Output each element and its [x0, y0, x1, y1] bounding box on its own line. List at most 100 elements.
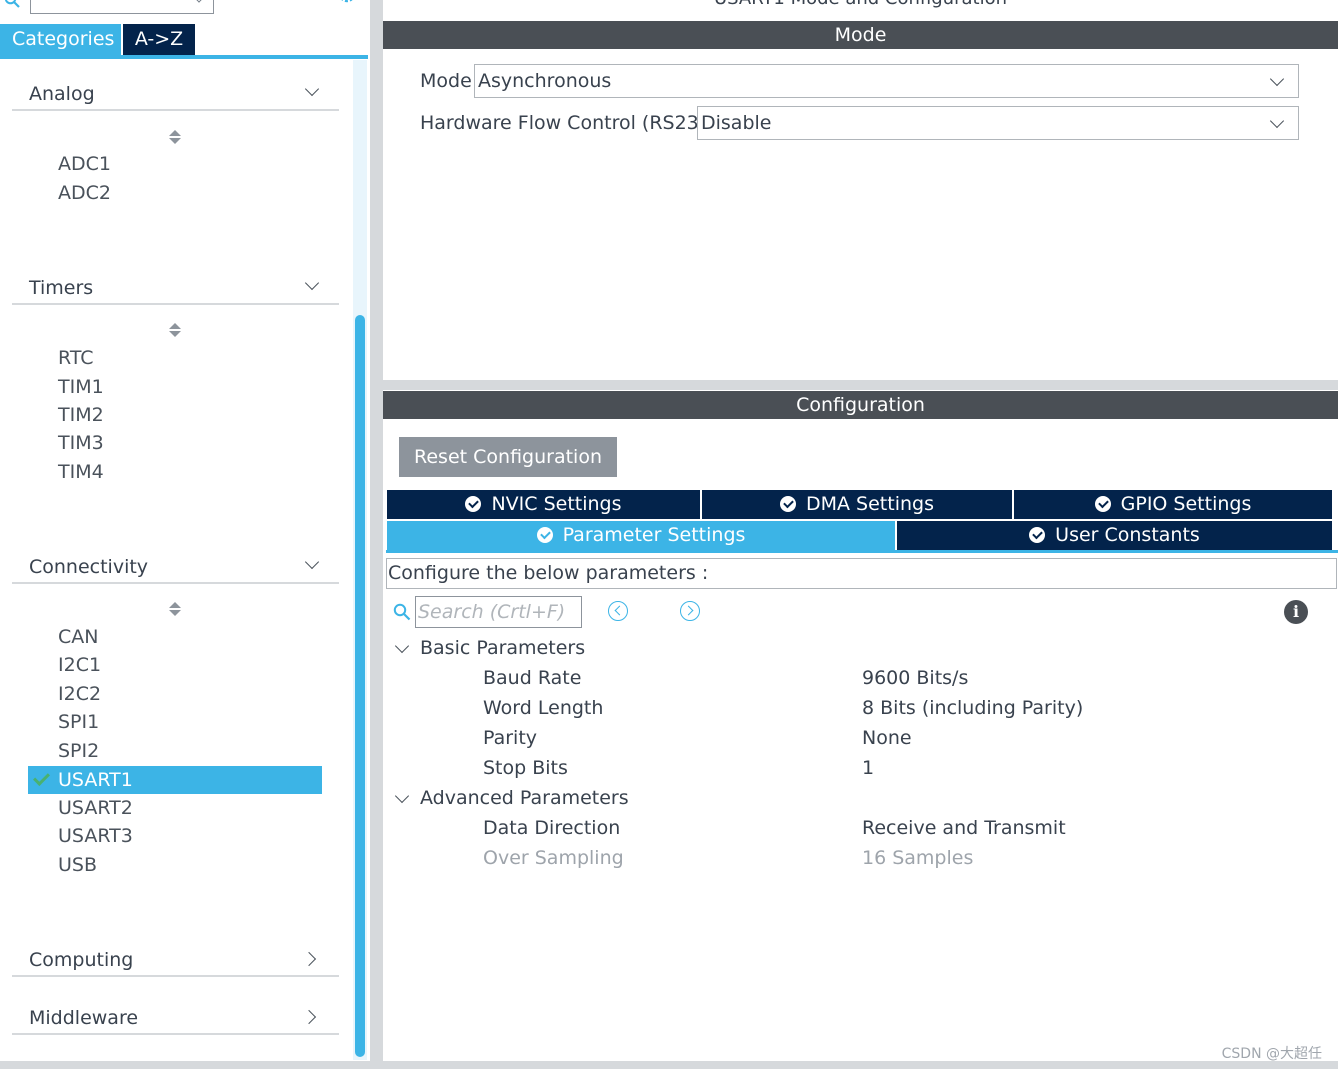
prev-icon[interactable] — [608, 601, 628, 621]
ok-circle-icon — [465, 496, 482, 512]
tab-nvic-settings[interactable]: NVIC Settings — [387, 490, 700, 519]
parameter-search-input[interactable]: Search (Crtl+F) — [415, 596, 582, 628]
chevron-right-icon — [301, 1009, 317, 1025]
peripheral-item[interactable]: TIM1 — [28, 373, 322, 401]
peripheral-item-selected[interactable]: USART1 — [28, 766, 322, 794]
category-label: Computing — [29, 949, 134, 971]
basic-parameters-group[interactable]: Basic Parameters — [420, 637, 585, 659]
peripheral-item[interactable]: RTC — [28, 344, 322, 372]
param-value[interactable]: None — [862, 727, 912, 749]
chevron-down-icon — [304, 81, 320, 97]
peripheral-item[interactable]: USB — [28, 851, 322, 879]
peripheral-item[interactable]: CAN — [28, 623, 322, 651]
hw-flow-control-value: Disable — [701, 112, 772, 134]
param-name[interactable]: Baud Rate — [483, 667, 581, 689]
chevron-down-icon[interactable] — [394, 638, 410, 654]
chevron-down-icon[interactable] — [394, 788, 410, 804]
sort-icon[interactable] — [169, 323, 181, 339]
chevron-down-icon — [304, 275, 320, 291]
tab-user-constants[interactable]: User Constants — [897, 521, 1332, 550]
category-label: Middleware — [29, 1007, 139, 1029]
peripheral-item[interactable]: TIM2 — [28, 401, 322, 429]
panel-title: USART1 Mode and Configuration — [383, 0, 1338, 9]
tab-label: NVIC Settings — [491, 493, 622, 515]
category-timers[interactable]: Timers — [12, 271, 339, 305]
next-icon[interactable] — [680, 601, 700, 621]
mode-value: Asynchronous — [478, 70, 612, 92]
peripheral-item[interactable]: TIM3 — [28, 429, 322, 457]
category-middleware[interactable]: Middleware — [12, 1001, 339, 1035]
param-name[interactable]: Data Direction — [483, 817, 620, 839]
left-panel: Categories A->Z Analog ADC1 ADC2 Timers … — [0, 0, 370, 1069]
category-computing[interactable]: Computing — [12, 943, 339, 977]
peripheral-item[interactable]: ADC2 — [28, 179, 322, 207]
advanced-parameters-group[interactable]: Advanced Parameters — [420, 787, 629, 809]
gear-icon[interactable] — [334, 0, 360, 10]
chevron-down-icon — [1269, 71, 1285, 87]
tab-label: Parameter Settings — [562, 524, 746, 546]
tab-gpio-settings[interactable]: GPIO Settings — [1014, 490, 1332, 519]
category-label: Connectivity — [29, 556, 149, 578]
peripheral-item[interactable]: USART3 — [28, 822, 322, 850]
sort-icon[interactable] — [169, 602, 181, 618]
mode-header: Mode — [383, 21, 1338, 49]
peripheral-item[interactable]: ADC1 — [28, 150, 322, 178]
info-icon[interactable]: i — [1284, 600, 1308, 624]
hw-flow-control-select[interactable]: Disable — [697, 106, 1299, 140]
tab-label: User Constants — [1055, 524, 1200, 546]
param-value[interactable]: 9600 Bits/s — [862, 667, 968, 689]
section-splitter[interactable] — [383, 380, 1338, 390]
ok-circle-icon — [1094, 496, 1111, 512]
ok-circle-icon — [780, 496, 796, 512]
configuration-header: Configuration — [383, 391, 1338, 419]
peripheral-label: USART1 — [58, 769, 133, 791]
peripheral-item[interactable]: SPI2 — [28, 737, 322, 765]
param-value[interactable]: Receive and Transmit — [862, 817, 1066, 839]
peripheral-item[interactable]: SPI1 — [28, 708, 322, 736]
tab-parameter-settings[interactable]: Parameter Settings — [387, 521, 895, 550]
param-name: Over Sampling — [483, 847, 624, 869]
param-value[interactable]: 8 Bits (including Parity) — [862, 697, 1083, 719]
config-description: Configure the below parameters : — [386, 558, 1337, 589]
left-tabbar: Categories A->Z — [0, 24, 368, 60]
mode-select[interactable]: Asynchronous — [474, 64, 1299, 98]
peripheral-item[interactable]: I2C1 — [28, 651, 322, 679]
param-name[interactable]: Stop Bits — [483, 757, 568, 779]
reset-configuration-button[interactable]: Reset Configuration — [399, 437, 617, 477]
peripheral-item[interactable]: TIM4 — [28, 458, 322, 486]
search-icon[interactable] — [4, 0, 20, 8]
peripheral-search-input[interactable] — [30, 0, 214, 14]
peripheral-item[interactable]: I2C2 — [28, 680, 322, 708]
tabbar-underline — [0, 55, 368, 59]
tab-categories[interactable]: Categories — [0, 24, 121, 55]
chevron-down-icon — [193, 0, 205, 3]
chevron-down-icon — [1269, 113, 1285, 129]
param-name[interactable]: Word Length — [483, 697, 603, 719]
category-label: Timers — [29, 277, 94, 299]
panel-splitter[interactable] — [370, 0, 383, 1069]
hw-flow-control-label: Hardware Flow Control (RS232) — [420, 112, 719, 134]
category-analog[interactable]: Analog — [12, 77, 339, 111]
peripheral-item[interactable]: USART2 — [28, 794, 322, 822]
bottom-border — [0, 1061, 1338, 1069]
category-label: Analog — [29, 83, 95, 105]
chevron-down-icon — [304, 554, 320, 570]
check-icon — [33, 769, 50, 786]
tab-a-to-z[interactable]: A->Z — [123, 24, 195, 55]
scrollbar-thumb[interactable] — [355, 315, 365, 1057]
ok-circle-icon — [536, 527, 553, 543]
sort-icon[interactable] — [169, 130, 181, 146]
mode-label: Mode — [420, 70, 472, 92]
tab-label: GPIO Settings — [1120, 493, 1252, 515]
search-icon[interactable] — [393, 603, 411, 621]
watermark: CSDN @大超任 — [1221, 1046, 1322, 1062]
tab-label: DMA Settings — [806, 493, 934, 515]
ok-circle-icon — [1029, 527, 1046, 543]
category-connectivity[interactable]: Connectivity — [12, 550, 339, 584]
param-value[interactable]: 1 — [862, 757, 874, 779]
param-name[interactable]: Parity — [483, 727, 537, 749]
tabs-underline — [386, 550, 1338, 553]
param-value: 16 Samples — [862, 847, 974, 869]
chevron-right-icon — [301, 951, 317, 967]
tab-dma-settings[interactable]: DMA Settings — [702, 490, 1012, 519]
